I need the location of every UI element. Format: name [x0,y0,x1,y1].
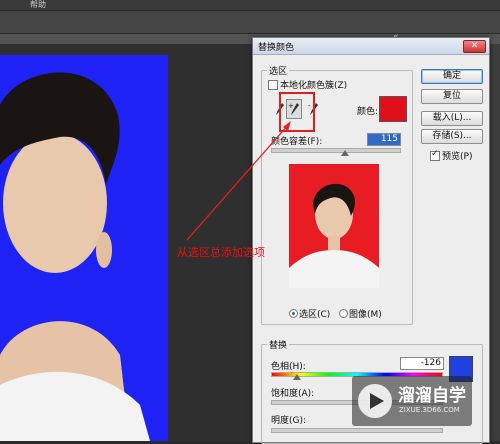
watermark: 溜溜自学 ZIXUE.3D66.COM [352,376,472,426]
watermark-title: 溜溜自学 [398,386,466,406]
radio-selection[interactable] [289,309,298,318]
fuzziness-input[interactable]: 115 [367,133,401,146]
hue-slider-thumb[interactable] [293,374,301,380]
close-button[interactable]: ✕ [463,40,486,53]
selection-group-label: 选区 [267,64,290,77]
dialog-titlebar: 替换颜色 ✕ [253,38,489,55]
watermark-logo-icon [358,384,392,418]
preview-checkbox[interactable] [430,149,440,161]
save-button[interactable]: 存储(S)... [421,129,483,144]
lightness-slider-track[interactable] [271,428,443,433]
menu-item-help[interactable]: 帮助 [30,0,46,10]
radio-image-label: 图像(M) [349,310,382,320]
hue-input[interactable]: -126 [400,357,444,370]
menu-bar: 帮助 [0,0,500,11]
selection-color-swatch[interactable] [379,96,407,122]
replacement-group-label: 替换 [267,338,290,351]
annotation-text: 从选区总添加选项 [177,246,265,259]
preview-label: 预览(P) [442,152,473,162]
localized-clusters-label: 本地化颜色簇(Z) [280,81,348,91]
color-label: 颜色: [357,107,379,117]
saturation-label: 饱和度(A): [271,389,315,399]
watermark-url: ZIXUE.3D66.COM [399,406,460,414]
ok-button[interactable]: 确定 [421,69,483,84]
annotation-arrow [186,121,291,241]
selection-preview-image [289,164,379,288]
lightness-label: 明度(G): [271,416,307,426]
load-button[interactable]: 载入(L)... [421,111,483,126]
reset-button[interactable]: 复位 [421,89,483,104]
document-photo [0,55,168,441]
hue-label: 色相(H): [271,362,306,372]
fuzziness-slider-thumb[interactable] [341,150,349,156]
radio-image[interactable] [339,309,348,318]
localized-clusters-checkbox[interactable] [268,80,278,90]
options-bar [0,11,500,34]
dialog-title: 替换颜色 [258,43,295,53]
radio-selection-label: 选区(C) [299,310,331,320]
